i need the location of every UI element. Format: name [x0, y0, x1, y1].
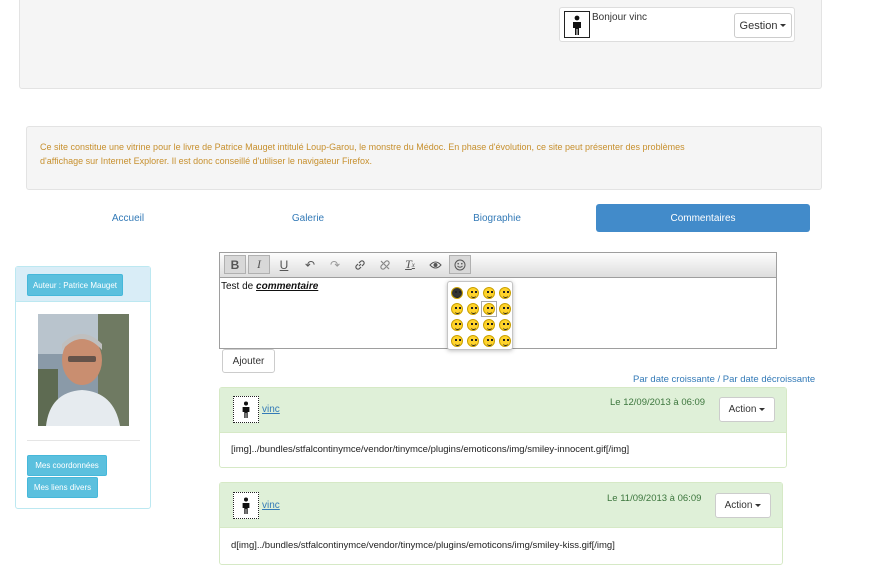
- italic-icon[interactable]: I: [248, 255, 270, 274]
- links-button[interactable]: Mes liens divers: [27, 477, 98, 498]
- editor-content[interactable]: Test de commentaire: [221, 281, 318, 292]
- comment-header: [220, 483, 782, 528]
- comment-action-button[interactable]: Action: [715, 493, 771, 518]
- comment-action-label: Action: [728, 404, 757, 415]
- comment-header: [220, 388, 786, 433]
- comment-date: Le 12/09/2013 à 06:09: [610, 397, 706, 408]
- greeting-text: Bonjour vinc: [592, 12, 648, 23]
- emoticons-popup: [447, 281, 513, 350]
- smiley-foot-in-mouth-icon[interactable]: [499, 287, 511, 299]
- comment-body: d[img]../bundles/stfalcontinymce/vendor/…: [231, 540, 615, 551]
- bold-icon[interactable]: B: [224, 255, 246, 274]
- sort-separator: /: [714, 374, 723, 385]
- sort-ascending-link[interactable]: Par date croissante: [633, 374, 715, 385]
- comment-action-label: Action: [724, 500, 753, 511]
- notice-line-2: d'affichage sur Internet Explorer. Il es…: [40, 156, 372, 166]
- preview-icon[interactable]: [424, 255, 446, 274]
- nav-item-accueil[interactable]: Accueil: [28, 204, 228, 232]
- smiley-surprised-icon[interactable]: [499, 319, 511, 331]
- nav-item-biographie[interactable]: Biographie: [397, 204, 597, 232]
- smiley-tongue-out-icon[interactable]: [451, 335, 463, 347]
- remove-format-icon[interactable]: Tx: [399, 255, 421, 274]
- editor-text-plain: Test de: [221, 281, 257, 292]
- coords-button[interactable]: Mes coordonnées: [27, 455, 107, 476]
- smiley-cry-icon[interactable]: [467, 287, 479, 299]
- nav-link-biographie[interactable]: Biographie: [473, 213, 521, 224]
- comment-date: Le 11/09/2013 à 06:09: [607, 493, 702, 504]
- smiley-money-mouth-icon[interactable]: [451, 319, 463, 331]
- nav-item-galerie[interactable]: Galerie: [208, 204, 408, 232]
- smiley-wink-icon[interactable]: [483, 335, 495, 347]
- comment-avatar-icon: [233, 492, 259, 519]
- chevron-down-icon: [759, 408, 766, 411]
- notice-line-1: Ce site constitue une vitrine pour le li…: [40, 142, 685, 152]
- chevron-down-icon: [755, 504, 762, 507]
- coords-label: Mes coordonnées: [35, 461, 99, 470]
- emoticons-icon[interactable]: [449, 255, 471, 274]
- author-photo: [38, 314, 129, 426]
- smiley-cool-icon[interactable]: [451, 287, 463, 299]
- add-label: Ajouter: [232, 355, 265, 367]
- nav-link-accueil[interactable]: Accueil: [112, 213, 144, 224]
- comment-body: [img]../bundles/stfalcontinymce/vendor/t…: [231, 444, 630, 455]
- chevron-down-icon: [780, 24, 787, 27]
- link-icon[interactable]: [349, 255, 371, 274]
- smiley-undecided-icon[interactable]: [467, 335, 479, 347]
- smiley-innocent-icon[interactable]: [467, 303, 479, 315]
- author-button[interactable]: Auteur : Patrice Mauget: [27, 274, 123, 296]
- smiley-laughing-icon[interactable]: [499, 303, 511, 315]
- links-label: Mes liens divers: [33, 483, 92, 492]
- redo-icon[interactable]: ↷: [324, 255, 346, 274]
- sort-descending-link[interactable]: Par date décroissante: [723, 374, 815, 385]
- gestion-button[interactable]: Gestion: [734, 13, 792, 38]
- sort-links: Par date croissante / Par date décroissa…: [633, 374, 815, 385]
- comment-action-button[interactable]: Action: [719, 397, 775, 422]
- user-avatar-icon: [564, 11, 590, 38]
- smiley-kiss-icon[interactable]: [483, 303, 495, 315]
- sidebar-divider: [27, 440, 140, 441]
- smiley-smile-icon[interactable]: [483, 319, 495, 331]
- smiley-embarassed-icon[interactable]: [483, 287, 495, 299]
- nav-item-commentaires[interactable]: Commentaires: [596, 204, 810, 232]
- underline-icon[interactable]: U: [273, 255, 295, 274]
- comment-author-link[interactable]: vinc: [262, 500, 280, 511]
- comment-author-link[interactable]: vinc: [262, 404, 280, 415]
- smiley-yell-icon[interactable]: [499, 335, 511, 347]
- smiley-frown-icon[interactable]: [451, 303, 463, 315]
- editor-text-emphasis: commentaire: [256, 281, 319, 292]
- undo-icon[interactable]: ↶: [299, 255, 321, 274]
- nav-link-commentaires[interactable]: Commentaires: [670, 213, 735, 224]
- comment-avatar-icon: [233, 396, 259, 423]
- nav-link-galerie[interactable]: Galerie: [292, 213, 324, 224]
- gestion-label: Gestion: [739, 19, 778, 32]
- author-label: Auteur : Patrice Mauget: [32, 280, 118, 290]
- smiley-sealed-icon[interactable]: [467, 319, 479, 331]
- unlink-icon[interactable]: [374, 255, 396, 274]
- add-button[interactable]: Ajouter: [222, 349, 275, 373]
